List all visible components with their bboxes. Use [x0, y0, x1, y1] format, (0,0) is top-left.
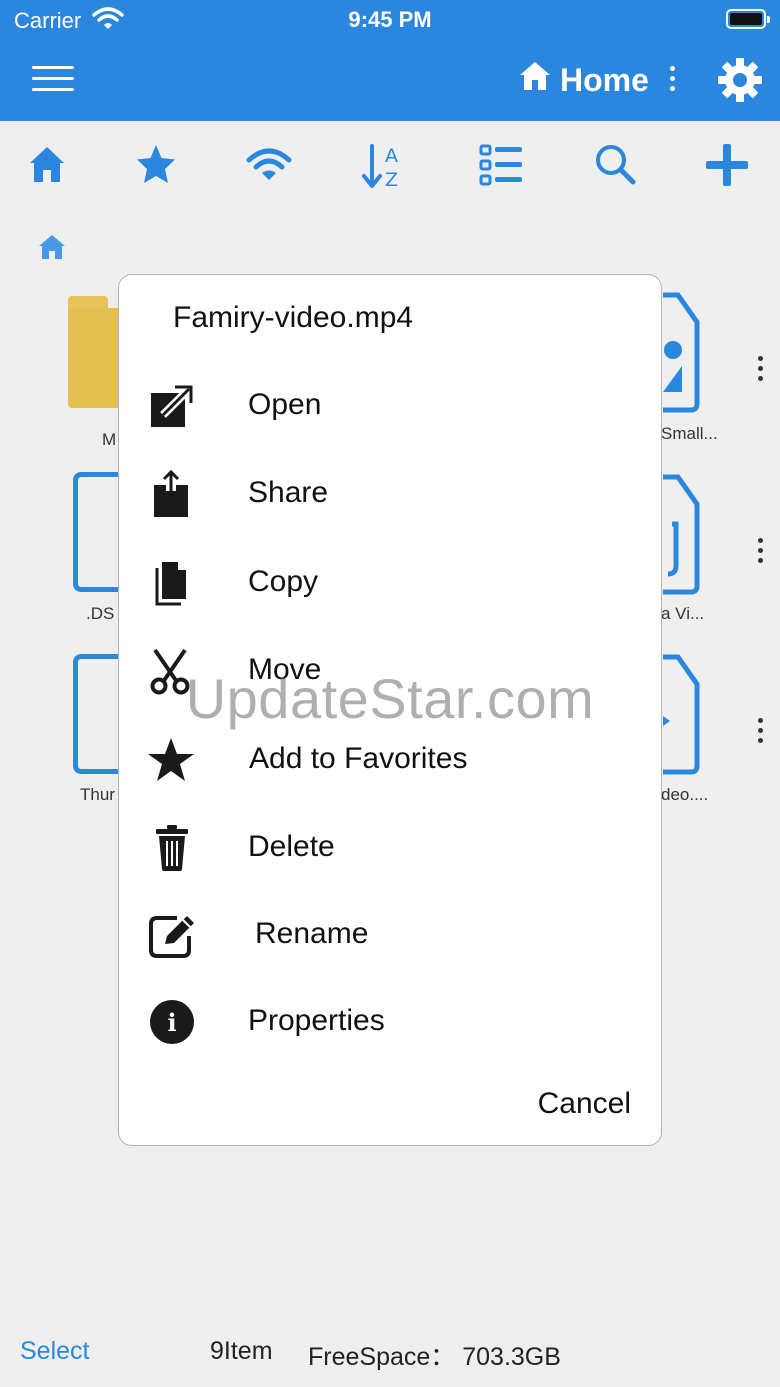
menu-item-delete[interactable]: Delete: [119, 811, 663, 881]
file-label: deo....: [661, 785, 709, 804]
plus-icon[interactable]: [704, 142, 750, 193]
menu-item-label: Copy: [248, 565, 319, 598]
svg-text:Z: Z: [385, 169, 398, 190]
free-space: FreeSpace： 703.3GB: [308, 1343, 561, 1371]
menu-item-label: Properties: [248, 1004, 385, 1037]
file-icon[interactable]: [73, 654, 121, 774]
item-count: 9Item: [210, 1337, 273, 1365]
menu-item-label: Move: [248, 653, 322, 686]
search-icon[interactable]: [593, 142, 637, 191]
home-icon[interactable]: [28, 142, 66, 191]
menu-item-copy[interactable]: Copy: [119, 546, 663, 616]
wifi-icon[interactable]: [246, 142, 292, 191]
more-vertical-icon[interactable]: [668, 66, 676, 94]
share-icon: [147, 469, 197, 519]
file-label: Small...: [661, 424, 718, 443]
menu-item-label: Delete: [248, 830, 335, 863]
menu-item-add-to-favorites[interactable]: Add to Favorites: [119, 723, 663, 793]
menu-item-open[interactable]: Open: [119, 369, 663, 439]
menu-item-rename[interactable]: Rename: [119, 898, 663, 968]
scissors-icon: [147, 646, 197, 696]
clock: 9:45 PM: [348, 7, 432, 32]
more-vertical-icon[interactable]: [757, 718, 763, 744]
file-icon[interactable]: [73, 472, 121, 592]
menu-item-share[interactable]: Share: [119, 457, 663, 527]
svg-text:i: i: [167, 1008, 176, 1037]
sort-az-icon[interactable]: A Z: [360, 142, 406, 195]
menu-item-label: Open: [248, 388, 322, 421]
page-title: Home: [560, 61, 649, 98]
audio-file-icon[interactable]: [660, 474, 700, 601]
home-title-button[interactable]: Home: [518, 60, 649, 100]
menu-item-label: Rename: [255, 917, 369, 950]
star-icon: [147, 735, 197, 785]
edit-icon: [147, 910, 197, 960]
file-label: .DS: [86, 604, 115, 623]
menu-item-move[interactable]: Move: [119, 634, 663, 704]
menu-icon[interactable]: [32, 66, 74, 94]
home-icon: [518, 60, 552, 100]
file-label: M: [102, 430, 117, 449]
file-label: Thur: [80, 785, 115, 804]
copy-icon: [147, 558, 197, 608]
gear-icon[interactable]: [716, 56, 764, 109]
more-vertical-icon[interactable]: [757, 538, 763, 564]
trash-icon: [147, 823, 197, 873]
status-bar: Carrier 9:45 PM: [0, 0, 780, 40]
battery-icon: [726, 9, 770, 29]
image-file-icon[interactable]: [660, 292, 700, 419]
dialog-title: Famiry-video.mp4: [173, 301, 414, 334]
file-label: a Vi...: [661, 604, 705, 623]
open-external-icon: [147, 381, 197, 431]
menu-item-label: Share: [248, 476, 329, 509]
cancel-button[interactable]: Cancel: [538, 1087, 631, 1121]
file-action-dialog: Famiry-video.mp4 Open Share Copy Move Ad…: [118, 274, 662, 1146]
svg-text:A: A: [385, 145, 398, 167]
more-vertical-icon[interactable]: [757, 356, 763, 382]
list-view-icon[interactable]: [478, 142, 524, 193]
menu-item-properties[interactable]: i Properties: [119, 985, 663, 1055]
video-file-icon[interactable]: [660, 654, 700, 781]
select-button[interactable]: Select: [20, 1337, 89, 1366]
menu-item-label: Add to Favorites: [249, 742, 468, 775]
breadcrumb-home-icon[interactable]: [38, 233, 66, 266]
star-icon[interactable]: [134, 142, 178, 191]
navigation-bar: Carrier 9:45 PM Home: [0, 0, 780, 121]
info-icon: i: [147, 997, 197, 1047]
